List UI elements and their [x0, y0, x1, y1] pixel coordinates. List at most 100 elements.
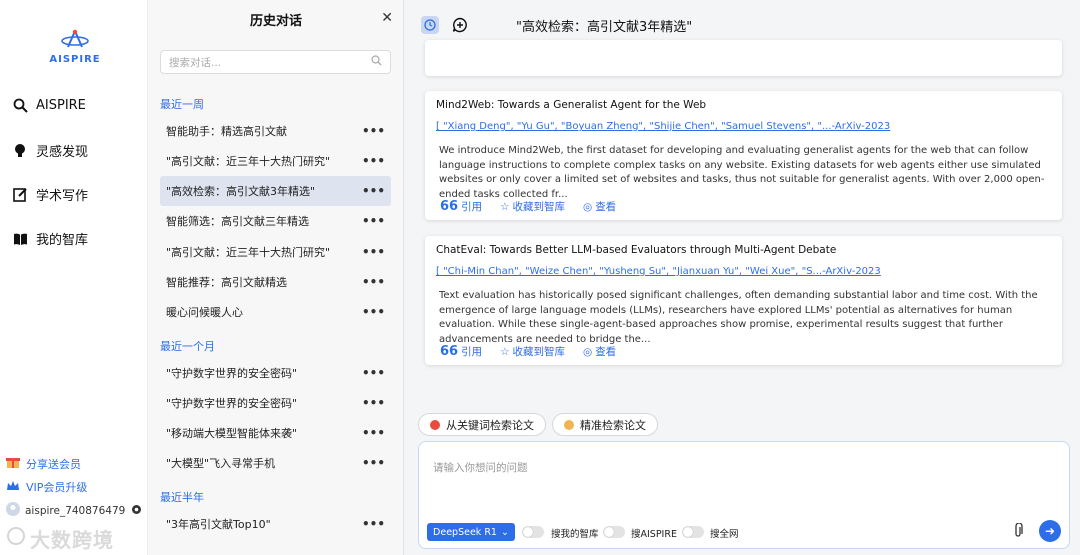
more-icon[interactable]: •••	[362, 366, 385, 380]
conversation-item[interactable]: 智能助手：精选高引文献 •••	[160, 116, 391, 146]
quote-icon: 66	[440, 199, 459, 214]
nav-item-aispire[interactable]: AISPIRE	[12, 97, 86, 113]
keyword-search-chip[interactable]: 从关键词检索论文	[418, 413, 546, 436]
history-panel: 历史对话 ✕ 搜索对话... 最近一周 智能助手：精选高引文献 ••• "高引文献…	[148, 0, 404, 555]
nav-item-label: 我的智库	[36, 233, 89, 248]
toggle-my-library[interactable]	[522, 526, 544, 538]
send-button[interactable]: ➜	[1039, 520, 1061, 542]
question-input[interactable]: 请输入你想问的问题	[433, 460, 528, 475]
more-icon[interactable]: •••	[362, 456, 385, 470]
group-label: 最近半年	[160, 491, 204, 504]
paper-title: ChatEval: Towards Better LLM-based Evalu…	[436, 244, 837, 256]
toggle-web[interactable]	[682, 526, 704, 538]
red-dot-icon	[430, 419, 440, 430]
nav-item-label: AISPIRE	[36, 97, 86, 113]
search-icon	[12, 97, 28, 113]
chevron-down-icon: ⌄	[500, 526, 509, 538]
attachment-icon[interactable]	[1013, 522, 1023, 542]
cite-button[interactable]: 66 引用	[440, 344, 482, 359]
bulb-icon	[12, 143, 28, 159]
group-label: 最近一周	[160, 98, 204, 111]
card-actions: 66 引用 ☆ 收藏到智库 ◎ 查看	[440, 199, 616, 214]
more-icon[interactable]: •••	[362, 305, 385, 319]
chat-input-box[interactable]: 请输入你想问的问题 DeepSeek R1 ⌄ 搜我的智库 搜AISPIRE 搜…	[418, 441, 1070, 549]
new-chat-icon[interactable]	[451, 16, 469, 34]
history-clock-icon[interactable]	[421, 16, 439, 34]
result-card: Mind2Web: Towards a Generalist Agent for…	[425, 91, 1062, 220]
toggle-aispire[interactable]	[603, 526, 625, 538]
conversation-item[interactable]: 智能推荐：高引文献精选 •••	[160, 267, 391, 297]
conversation-item[interactable]: "守护数字世界的安全密码" •••	[160, 388, 391, 418]
nav-item-writing[interactable]: 学术写作	[12, 185, 88, 204]
toggle-label: 搜AISPIRE	[631, 529, 677, 540]
save-to-library-button[interactable]: ☆ 收藏到智库	[500, 344, 565, 359]
gear-icon[interactable]	[130, 503, 143, 519]
save-to-library-button[interactable]: ☆ 收藏到智库	[500, 199, 565, 214]
watermark-logo-icon	[6, 526, 26, 551]
more-icon[interactable]: •••	[362, 214, 385, 228]
toggle-label: 搜全网	[710, 529, 739, 540]
conversation-item[interactable]: "移动端大模型智能体来袭" •••	[160, 418, 391, 448]
eye-icon: ◎	[583, 345, 593, 358]
paper-title: Mind2Web: Towards a Generalist Agent for…	[436, 99, 707, 111]
view-button[interactable]: ◎ 查看	[583, 344, 616, 359]
more-icon[interactable]: •••	[362, 124, 385, 138]
search-icon	[371, 55, 382, 69]
logo-text: AISPIRE	[49, 54, 101, 65]
main-area: "高效检索：高引文献3年精选" Mind2Web: Towards a Gene…	[404, 0, 1080, 555]
card-actions: 66 引用 ☆ 收藏到智库 ◎ 查看	[440, 344, 616, 359]
eye-icon: ◎	[583, 200, 593, 213]
close-icon[interactable]: ✕	[381, 10, 393, 26]
conversation-item[interactable]: "守护数字世界的安全密码" •••	[160, 358, 391, 388]
nav-item-inspiration[interactable]: 灵感发现	[12, 141, 88, 160]
username: aispire_740876479	[25, 504, 126, 517]
avatar	[6, 502, 20, 519]
more-icon[interactable]: •••	[362, 517, 385, 531]
paper-abstract: We introduce Mind2Web, the first dataset…	[439, 145, 1045, 200]
logo-mark-icon	[60, 28, 90, 52]
more-icon[interactable]: •••	[362, 396, 385, 410]
paper-authors-link[interactable]: [ "Chi-Min Chan", "Weize Chen", "Yusheng…	[436, 266, 881, 277]
conversation-item[interactable]: 暖心问候暖人心 •••	[160, 297, 391, 327]
toggle-label: 搜我的智库	[551, 529, 599, 540]
arrow-right-icon: ➜	[1044, 524, 1056, 538]
view-button[interactable]: ◎ 查看	[583, 199, 616, 214]
user-info[interactable]: aispire_740876479	[6, 502, 143, 519]
more-icon[interactable]: •••	[362, 245, 385, 259]
share-link[interactable]: 分享送会员	[6, 455, 81, 472]
vip-link[interactable]: VIP会员升级	[6, 479, 87, 495]
cite-button[interactable]: 66 引用	[440, 199, 482, 214]
gift-icon	[6, 455, 20, 472]
app-logo[interactable]: AISPIRE	[44, 28, 106, 65]
star-icon: ☆	[500, 345, 510, 358]
result-card-partial	[425, 40, 1062, 76]
conversation-title: "高效检索：高引文献3年精选"	[516, 20, 693, 35]
more-icon[interactable]: •••	[362, 275, 385, 289]
paper-abstract: Text evaluation has historically posed s…	[439, 290, 1038, 345]
conversation-item[interactable]: 智能筛选：高引文献三年精选 •••	[160, 206, 391, 236]
conversation-item[interactable]: "高引文献：近三年十大热门研究" •••	[160, 237, 391, 267]
precise-search-chip[interactable]: 精准检索论文	[552, 413, 658, 436]
conversation-item[interactable]: "高引文献：近三年十大热门研究" •••	[160, 146, 391, 176]
group-label: 最近一个月	[160, 340, 215, 353]
edit-icon	[12, 187, 28, 203]
conversation-item[interactable]: "大模型"飞入寻常手机 •••	[160, 448, 391, 478]
paper-authors-link[interactable]: [ "Xiang Deng", "Yu Gu", "Boyuan Zheng",…	[436, 121, 890, 132]
more-icon[interactable]: •••	[362, 154, 385, 168]
nav-item-label: 学术写作	[36, 189, 89, 204]
conversation-item-active[interactable]: "高效检索：高引文献3年精选" •••	[160, 176, 391, 206]
star-icon: ☆	[500, 200, 510, 213]
left-nav: AISPIRE AISPIRE 灵感发现 学术写作 我的智库 分享送会员 VIP…	[0, 0, 148, 555]
more-icon[interactable]: •••	[362, 426, 385, 440]
quote-icon: 66	[440, 344, 459, 359]
history-title: 历史对话	[249, 14, 302, 29]
crown-icon	[6, 480, 20, 495]
result-card: ChatEval: Towards Better LLM-based Evalu…	[425, 236, 1062, 365]
more-icon[interactable]: •••	[362, 184, 385, 198]
history-search-input[interactable]: 搜索对话...	[160, 50, 391, 74]
book-icon	[12, 231, 28, 247]
orange-dot-icon	[564, 419, 574, 430]
conversation-item[interactable]: "3年高引文献Top10" •••	[160, 509, 391, 539]
nav-item-library[interactable]: 我的智库	[12, 229, 88, 248]
model-select[interactable]: DeepSeek R1 ⌄	[427, 523, 515, 541]
